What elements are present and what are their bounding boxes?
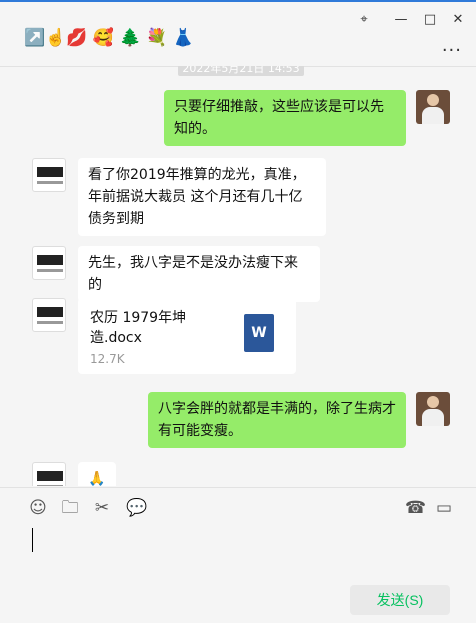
- maximize-icon[interactable]: □: [420, 10, 440, 30]
- folder-icon[interactable]: 🗀: [60, 498, 80, 518]
- message-list[interactable]: 2022年5月21日 14:53 只要仔细推敲，这些应该是可以先知的。 看了你2…: [0, 66, 476, 486]
- chat-timestamp: 2022年5月21日 14:53: [178, 66, 304, 76]
- contact-avatar[interactable]: [32, 462, 66, 486]
- emoji-icon[interactable]: ☺: [28, 498, 48, 518]
- phone-icon[interactable]: ☎: [405, 498, 426, 518]
- file-size: 12.7K: [90, 352, 125, 366]
- video-icon[interactable]: ▭: [434, 498, 454, 518]
- self-avatar[interactable]: [416, 392, 450, 426]
- scissors-icon[interactable]: ✂: [92, 498, 112, 518]
- chat-title: ↗️☝️💋 🥰 🌲 💐 👗: [24, 28, 194, 48]
- close-icon[interactable]: ✕: [448, 10, 468, 30]
- text-input-cursor[interactable]: [32, 528, 33, 552]
- contact-avatar[interactable]: [32, 158, 66, 192]
- word-document-icon: W: [244, 314, 274, 352]
- more-options-icon[interactable]: ···: [442, 40, 462, 61]
- pin-icon[interactable]: ⌖: [354, 10, 374, 30]
- minimize-icon[interactable]: —: [391, 10, 411, 30]
- contact-avatar[interactable]: [32, 298, 66, 332]
- message-bubble[interactable]: 先生，我八字是不是没办法瘦下来的: [78, 246, 320, 302]
- contact-avatar[interactable]: [32, 246, 66, 280]
- self-avatar[interactable]: [416, 90, 450, 124]
- input-divider: [0, 487, 476, 488]
- title-bar: ↗️☝️💋 🥰 🌲 💐 👗 ⌖ — □ ✕ ···: [0, 2, 476, 66]
- input-toolbar: ☺ 🗀 ✂ 💬 ☎ ▭: [0, 490, 476, 526]
- message-bubble[interactable]: 只要仔细推敲，这些应该是可以先知的。: [164, 90, 406, 146]
- file-name: 农历 1979年坤造.docx: [90, 310, 187, 346]
- message-bubble[interactable]: 八字会胖的就都是丰满的，除了生病才有可能变瘦。: [148, 392, 406, 448]
- message-bubble[interactable]: 🙏: [78, 462, 116, 486]
- send-button[interactable]: 发送(S): [350, 585, 450, 615]
- message-bubble[interactable]: 看了你2019年推算的龙光，真准，年前据说大裁员 这个月还有几十亿债务到期: [78, 158, 326, 236]
- chat-history-icon[interactable]: 💬: [126, 498, 147, 518]
- file-message[interactable]: 农历 1979年坤造.docx 12.7K W: [78, 298, 296, 374]
